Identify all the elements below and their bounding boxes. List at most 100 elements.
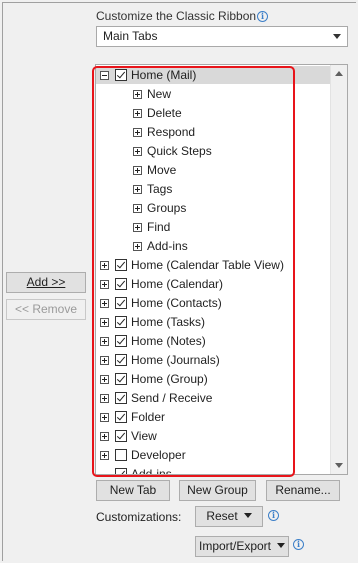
tree-group-row[interactable]: Quick Steps	[96, 142, 332, 160]
expand-icon[interactable]	[100, 299, 109, 308]
tree-tab-row[interactable]: Folder	[96, 408, 332, 426]
import-export-label: Import/Export	[198, 539, 272, 553]
tree-item-label: Move	[147, 163, 177, 177]
tree-tab-row[interactable]: Home (Calendar Table View)	[96, 256, 332, 274]
new-tab-button[interactable]: New Tab	[96, 480, 170, 501]
tab-checkbox[interactable]	[115, 69, 127, 81]
expand-icon[interactable]	[100, 413, 109, 422]
tabs-dropdown[interactable]: Main Tabs	[96, 26, 348, 47]
tab-checkbox[interactable]	[115, 316, 127, 328]
tree-tab-row[interactable]: Developer	[96, 446, 332, 464]
expand-icon[interactable]	[133, 242, 142, 251]
new-group-button[interactable]: New Group	[179, 480, 256, 501]
import-export-button[interactable]: Import/Export	[195, 536, 289, 557]
tree-item-label: Home (Calendar)	[131, 277, 224, 291]
ribbon-header: Customize the Classic Ribbon i	[96, 9, 269, 23]
tree-group-row[interactable]: Move	[96, 161, 332, 179]
tab-checkbox[interactable]	[115, 354, 127, 366]
tab-checkbox[interactable]	[115, 259, 127, 271]
tab-checkbox[interactable]	[115, 392, 127, 404]
tree-group-row[interactable]: New	[96, 85, 332, 103]
reset-button[interactable]: Reset	[195, 506, 263, 527]
remove-button[interactable]: << Remove	[6, 299, 86, 320]
tabs-dropdown-value: Main Tabs	[103, 29, 158, 43]
tree-item-label: Home (Calendar Table View)	[131, 258, 284, 272]
remove-button-label: << Remove	[14, 302, 78, 316]
expand-icon[interactable]	[133, 147, 142, 156]
expand-icon[interactable]	[133, 90, 142, 99]
expand-icon[interactable]	[100, 318, 109, 327]
tab-checkbox[interactable]	[115, 335, 127, 347]
expand-icon[interactable]	[100, 451, 109, 460]
scroll-up-button[interactable]	[331, 65, 347, 82]
expand-icon[interactable]	[100, 375, 109, 384]
ribbon-tree[interactable]: Home (Mail) New Delete Respond Quick Steps Mo…	[95, 64, 348, 475]
rename-button[interactable]: Rename...	[266, 480, 340, 501]
expand-icon[interactable]	[100, 261, 109, 270]
expand-icon[interactable]	[100, 432, 109, 441]
scroll-up-icon	[335, 71, 343, 76]
tab-checkbox[interactable]	[115, 449, 127, 461]
tree-item-label: Send / Receive	[131, 391, 213, 405]
tab-checkbox[interactable]	[115, 373, 127, 385]
expand-icon[interactable]	[100, 337, 109, 346]
tree-tab-row[interactable]: Send / Receive	[96, 389, 332, 407]
tree-tab-row[interactable]: Home (Calendar)	[96, 275, 332, 293]
tree-item-label: Add-ins	[131, 467, 172, 475]
tree-tab-row[interactable]: Home (Journals)	[96, 351, 332, 369]
expand-icon[interactable]	[133, 223, 142, 232]
reset-dropdown-icon	[243, 513, 252, 518]
tree-group-row[interactable]: Find	[96, 218, 332, 236]
scroll-down-button[interactable]	[331, 457, 347, 474]
add-button-label: Add >>	[26, 275, 66, 289]
tree-item-label: New	[147, 87, 172, 101]
new-tab-label: New Tab	[109, 483, 157, 497]
tab-checkbox[interactable]	[115, 297, 127, 309]
tree-item-label: View	[131, 429, 157, 443]
expand-icon[interactable]	[100, 356, 109, 365]
tree-item-label: Home (Mail)	[131, 68, 197, 82]
ribbon-title: Customize the Classic Ribbon	[96, 9, 257, 23]
tree-tab-row[interactable]: Home (Tasks)	[96, 313, 332, 331]
add-button[interactable]: Add >>	[6, 272, 86, 293]
expand-icon[interactable]	[100, 394, 109, 403]
rename-label: Rename...	[275, 483, 331, 497]
tree-group-row[interactable]: Groups	[96, 199, 332, 217]
expand-icon[interactable]	[133, 166, 142, 175]
tree-tab-row[interactable]: View	[96, 427, 332, 445]
tree-item-label: Home (Contacts)	[131, 296, 222, 310]
expand-icon[interactable]	[133, 128, 142, 137]
expand-icon[interactable]	[100, 280, 109, 289]
tree-group-row[interactable]: Respond	[96, 123, 332, 141]
tree-group-row[interactable]: Add-ins	[96, 237, 332, 255]
expand-icon[interactable]	[133, 204, 142, 213]
tree-tab-row[interactable]: Home (Contacts)	[96, 294, 332, 312]
scroll-down-icon	[335, 463, 343, 468]
tree-group-row[interactable]: Delete	[96, 104, 332, 122]
tab-checkbox[interactable]	[115, 411, 127, 423]
tree-item-label: Groups	[147, 201, 187, 215]
import-export-dropdown-icon	[277, 543, 286, 548]
tree-tab-row[interactable]: Home (Notes)	[96, 332, 332, 350]
tree-item-label: Quick Steps	[147, 144, 212, 158]
tree-tab-row[interactable]: Add-ins	[96, 465, 332, 475]
tree-item-label: Home (Group)	[131, 372, 208, 386]
reset-info-icon[interactable]: i	[268, 510, 279, 521]
info-icon[interactable]: i	[257, 11, 269, 22]
tree-tab-row[interactable]: Home (Group)	[96, 370, 332, 388]
collapse-icon[interactable]	[100, 71, 109, 80]
import-export-info-icon[interactable]: i	[293, 539, 304, 550]
expand-icon[interactable]	[133, 185, 142, 194]
tree-item-label: Home (Tasks)	[131, 315, 206, 329]
tab-checkbox[interactable]	[115, 430, 127, 442]
tab-checkbox[interactable]	[115, 278, 127, 290]
chevron-down-icon	[333, 34, 341, 39]
tree-scrollbar[interactable]	[330, 65, 347, 474]
tree-item-label: Home (Journals)	[131, 353, 220, 367]
tree-group-row[interactable]: Tags	[96, 180, 332, 198]
expand-icon[interactable]	[133, 109, 142, 118]
tab-checkbox[interactable]	[115, 468, 127, 474]
tree-item-label: Developer	[131, 448, 186, 462]
new-group-label: New Group	[187, 483, 248, 497]
tree-tab-row[interactable]: Home (Mail)	[96, 66, 332, 84]
